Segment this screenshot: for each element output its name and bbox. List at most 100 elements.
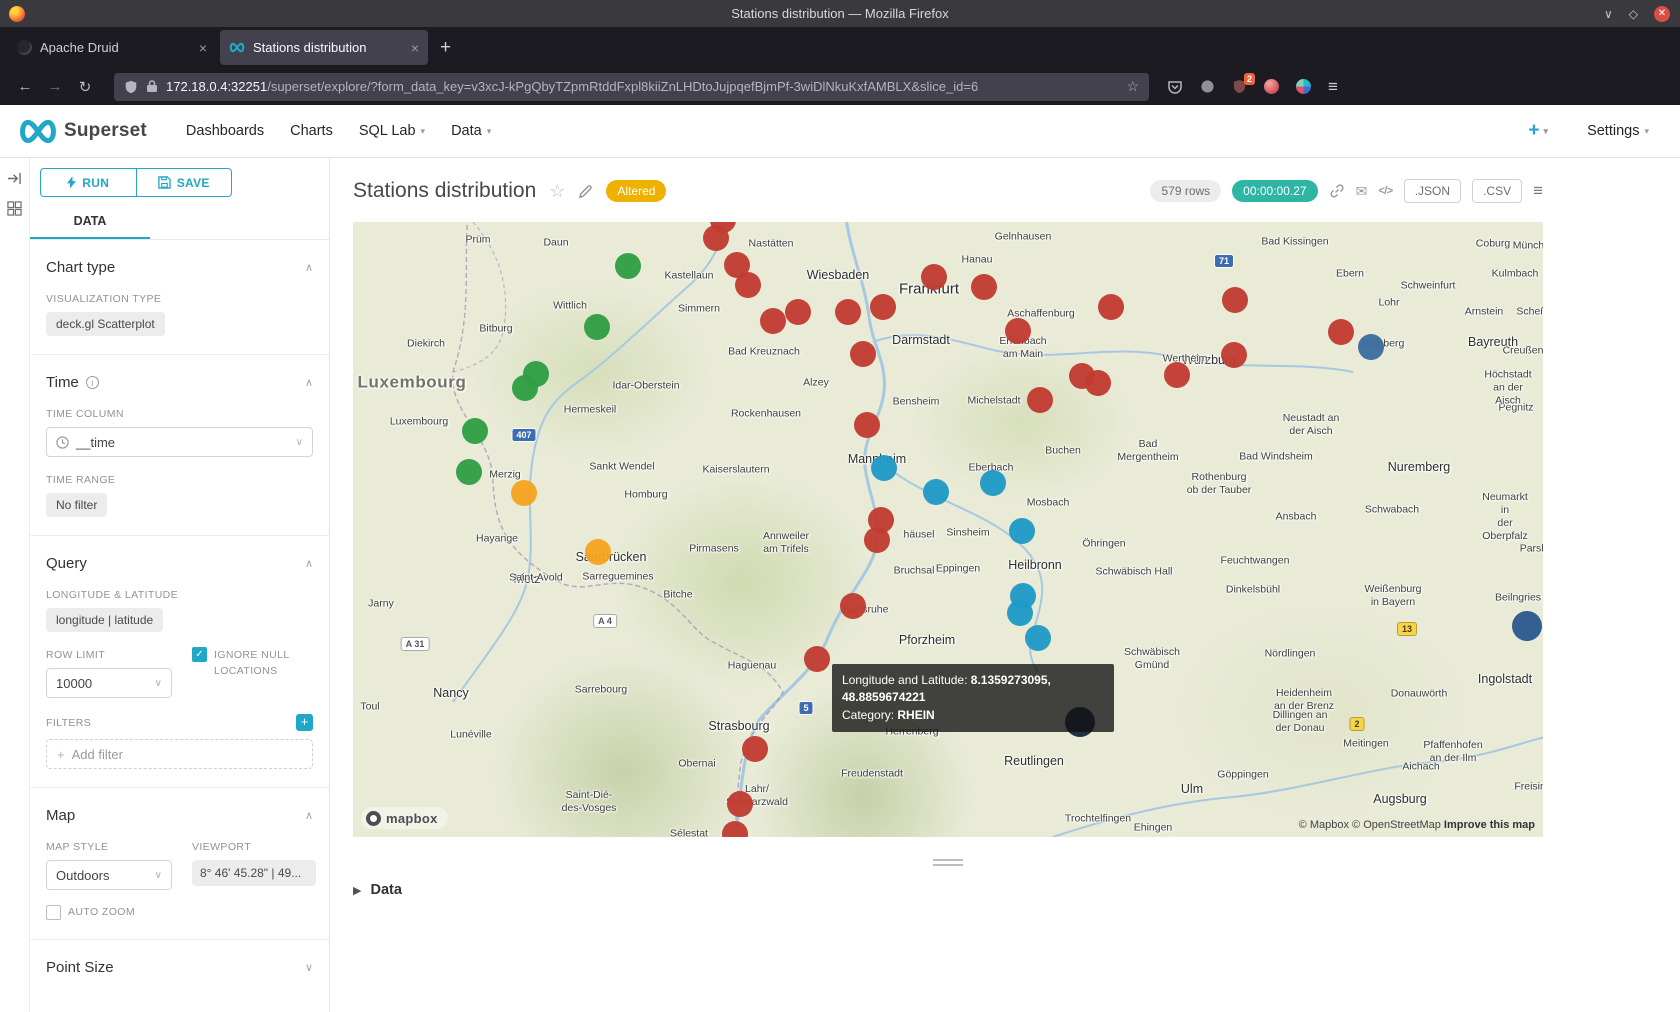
info-icon[interactable]: i	[86, 376, 99, 389]
superset-logo[interactable]: Superset	[18, 118, 147, 145]
scatter-point[interactable]	[1222, 287, 1248, 313]
scatter-point[interactable]	[760, 308, 786, 334]
scatter-point[interactable]	[1221, 342, 1247, 368]
improve-map-link[interactable]: Improve this map	[1444, 819, 1535, 831]
scatter-point[interactable]	[1007, 600, 1033, 626]
lonlat-chip[interactable]: longitude | latitude	[46, 608, 163, 632]
edit-title-icon[interactable]	[578, 184, 593, 199]
pocket-icon[interactable]	[1167, 79, 1183, 95]
email-icon[interactable]: ✉	[1356, 183, 1368, 200]
tab-data[interactable]: DATA	[30, 203, 150, 239]
scatter-point[interactable]	[1025, 625, 1051, 651]
tab-close-icon[interactable]: ×	[199, 40, 207, 56]
maximize-button[interactable]: ◇	[1629, 8, 1638, 20]
browser-menu-icon[interactable]: ≡	[1328, 77, 1338, 97]
scatter-point[interactable]	[923, 479, 949, 505]
scatter-point[interactable]	[462, 418, 488, 444]
minimize-button[interactable]: ∨	[1604, 8, 1613, 20]
nav-charts[interactable]: Charts	[290, 123, 333, 139]
scatter-point[interactable]	[584, 314, 610, 340]
scatter-point[interactable]	[1005, 318, 1031, 344]
nav-data[interactable]: Data▾	[451, 123, 491, 139]
pinwheel-extension-icon[interactable]	[1296, 79, 1311, 94]
share-link-icon[interactable]	[1329, 183, 1345, 199]
back-icon[interactable]: ←	[10, 78, 40, 95]
data-results-panel[interactable]: ▶ Data	[353, 882, 1543, 898]
lock-icon[interactable]	[146, 80, 158, 93]
embed-code-icon[interactable]: </>	[1378, 185, 1392, 197]
scatter-point[interactable]	[804, 646, 830, 672]
scatter-point[interactable]	[980, 470, 1006, 496]
tracking-shield-icon[interactable]	[124, 80, 138, 94]
auto-zoom-checkbox[interactable]	[46, 905, 61, 920]
run-button[interactable]: RUN	[40, 168, 137, 197]
export-json-button[interactable]: .JSON	[1404, 179, 1461, 203]
viewport-chip[interactable]: 8° 46' 45.28" | 49...	[192, 860, 316, 886]
time-column-select[interactable]: __time ∨	[46, 427, 313, 457]
scatter-point[interactable]	[1164, 362, 1190, 388]
forward-icon[interactable]: →	[40, 78, 70, 95]
map-canvas[interactable]: mapbox © Mapbox © OpenStreetMap Improve …	[353, 222, 1543, 837]
scatter-point[interactable]	[1328, 319, 1354, 345]
url-bar[interactable]: 172.18.0.4:32251/superset/explore/?form_…	[114, 73, 1149, 101]
scatter-point[interactable]	[835, 299, 861, 325]
profile-avatar[interactable]	[1264, 79, 1279, 94]
scatter-point[interactable]	[840, 593, 866, 619]
mapbox-logo[interactable]: mapbox	[361, 807, 448, 829]
favorite-star-icon[interactable]: ☆	[549, 181, 565, 202]
scatter-point[interactable]	[615, 253, 641, 279]
scatter-point[interactable]	[854, 412, 880, 438]
nav-dashboards[interactable]: Dashboards	[186, 123, 264, 139]
bookmark-star-icon[interactable]: ☆	[1126, 78, 1139, 95]
scatter-point[interactable]	[921, 264, 947, 290]
new-tab-button[interactable]: +	[440, 37, 451, 59]
scatter-point[interactable]	[1027, 387, 1053, 413]
nav-settings[interactable]: Settings▾	[1587, 123, 1649, 139]
scatter-point[interactable]	[1085, 370, 1111, 396]
scatter-point[interactable]	[971, 274, 997, 300]
scatter-point[interactable]	[1358, 334, 1384, 360]
tab-stations-distribution[interactable]: Stations distribution ×	[220, 30, 428, 65]
time-range-chip[interactable]: No filter	[46, 493, 107, 517]
close-button[interactable]: ✕	[1654, 6, 1670, 22]
datasource-grid-icon[interactable]	[7, 201, 22, 216]
scatter-point[interactable]	[1098, 294, 1124, 320]
mapbox-attribution-link[interactable]: © Mapbox	[1299, 819, 1349, 831]
add-filter-box[interactable]: + Add filter	[46, 739, 313, 769]
scatter-point[interactable]	[456, 459, 482, 485]
chevron-up-icon[interactable]: ∧	[305, 376, 313, 389]
adblock-shield-icon[interactable]: 2	[1232, 79, 1247, 94]
resize-handle[interactable]	[933, 859, 963, 866]
scatter-point[interactable]	[785, 299, 811, 325]
scatter-point[interactable]	[735, 272, 761, 298]
save-button[interactable]: SAVE	[137, 168, 233, 197]
viz-type-chip[interactable]: deck.gl Scatterplot	[46, 312, 165, 336]
map-style-select[interactable]: Outdoors ∨	[46, 860, 172, 890]
expand-panel-icon[interactable]	[7, 172, 22, 185]
scatter-point[interactable]	[742, 736, 768, 762]
scatter-point[interactable]	[870, 294, 896, 320]
scatter-point[interactable]	[585, 539, 611, 565]
extension-icon[interactable]	[1200, 79, 1215, 94]
scatter-point[interactable]	[1512, 611, 1542, 641]
scatter-point[interactable]	[1009, 518, 1035, 544]
chevron-down-icon[interactable]: ∨	[305, 961, 313, 974]
chevron-up-icon[interactable]: ∧	[305, 261, 313, 274]
tab-apache-druid[interactable]: Apache Druid ×	[8, 30, 216, 65]
scatter-point[interactable]	[727, 791, 753, 817]
ignore-null-checkbox[interactable]: ✓	[192, 647, 207, 662]
tab-close-icon[interactable]: ×	[411, 40, 419, 56]
osm-attribution-link[interactable]: © OpenStreetMap	[1352, 819, 1441, 831]
scatter-point[interactable]	[850, 341, 876, 367]
chart-menu-icon[interactable]: ≡	[1533, 181, 1543, 201]
add-filter-plus-button[interactable]: +	[296, 714, 313, 731]
nav-sql-lab[interactable]: SQL Lab▾	[359, 123, 425, 139]
scatter-point[interactable]	[511, 480, 537, 506]
scatter-point[interactable]	[703, 225, 729, 251]
scatter-point[interactable]	[864, 527, 890, 553]
scatter-point[interactable]	[512, 375, 538, 401]
chevron-up-icon[interactable]: ∧	[305, 809, 313, 822]
altered-badge[interactable]: Altered	[606, 180, 666, 202]
scatter-point[interactable]	[871, 455, 897, 481]
export-csv-button[interactable]: .CSV	[1472, 179, 1522, 203]
